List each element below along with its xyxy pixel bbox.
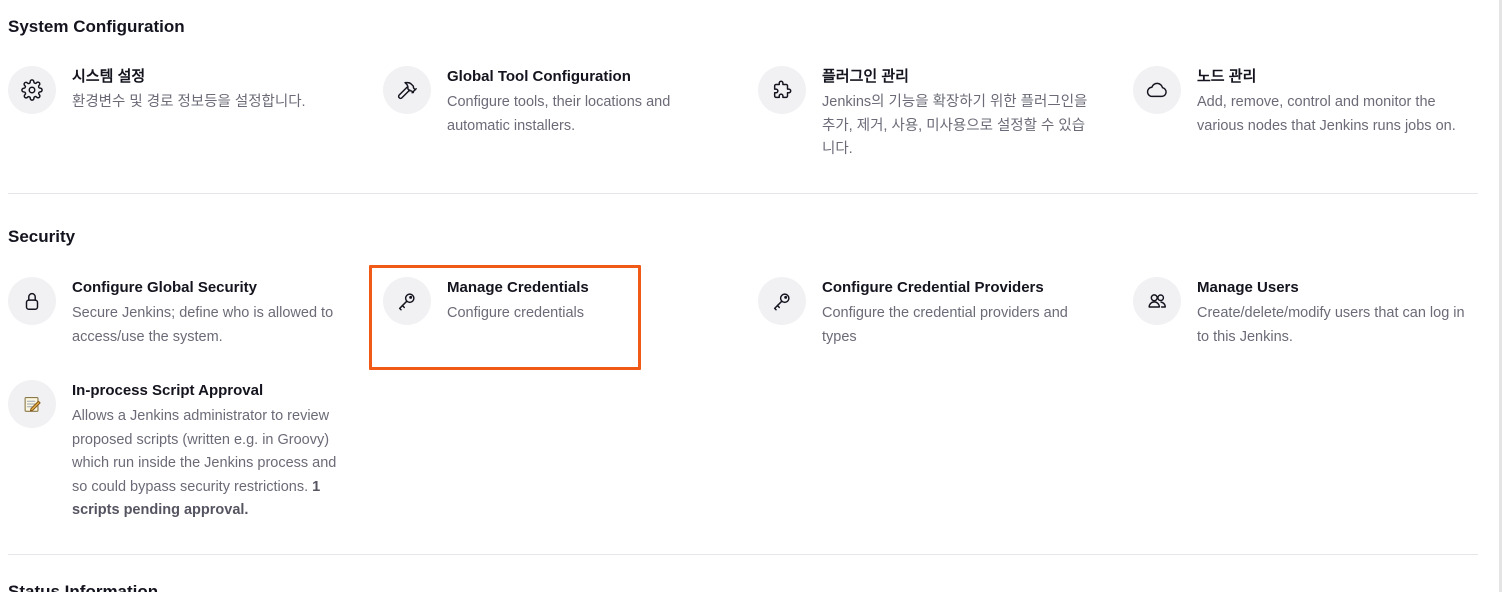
item-description: Configure the credential providers and t…	[822, 305, 1068, 345]
section-title-status-information: Status Information	[8, 582, 159, 592]
item-title: 노드 관리	[1197, 68, 1257, 85]
section-title-system-configuration: System Configuration	[8, 17, 185, 36]
item-title: In-process Script Approval	[72, 382, 264, 399]
hammer-icon	[383, 66, 431, 114]
gear-icon	[8, 66, 56, 114]
section-divider	[8, 554, 1478, 555]
manage-jenkins-page: System Configuration 시스템 설정 환경변수 및 경로 정보…	[0, 0, 1502, 592]
item-title: 플러그인 관리	[822, 68, 909, 85]
item-description: 환경변수 및 경로 정보등을 설정합니다.	[72, 94, 306, 110]
item-description: Secure Jenkins; define who is allowed to…	[72, 305, 334, 345]
item-title: Global Tool Configuration	[447, 68, 631, 85]
item-description: Add, remove, control and monitor the var…	[1197, 94, 1456, 134]
item-title: 시스템 설정	[72, 68, 146, 85]
section-title-security: Security	[8, 227, 76, 246]
item-description-text: Allows a Jenkins administrator to review…	[72, 408, 337, 495]
cloud-icon	[1133, 66, 1181, 114]
puzzle-icon	[758, 66, 806, 114]
notepad-pencil-icon	[8, 380, 56, 428]
item-title: Configure Global Security	[72, 279, 258, 296]
item-title: Configure Credential Providers	[822, 279, 1044, 296]
item-description: Create/delete/modify users that can log …	[1197, 305, 1465, 345]
users-icon	[1133, 277, 1181, 325]
section-divider	[8, 193, 1478, 194]
item-description: Configure tools, their locations and aut…	[447, 94, 671, 134]
item-title: Manage Users	[1197, 279, 1299, 296]
key-icon	[758, 277, 806, 325]
item-description: Allows a Jenkins administrator to review…	[72, 405, 347, 523]
highlight-annotation-box	[369, 265, 641, 370]
lock-icon	[8, 277, 56, 325]
item-description: Jenkins의 기능을 확장하기 위한 플러그인을 추가, 제거, 사용, 미…	[822, 94, 1088, 157]
